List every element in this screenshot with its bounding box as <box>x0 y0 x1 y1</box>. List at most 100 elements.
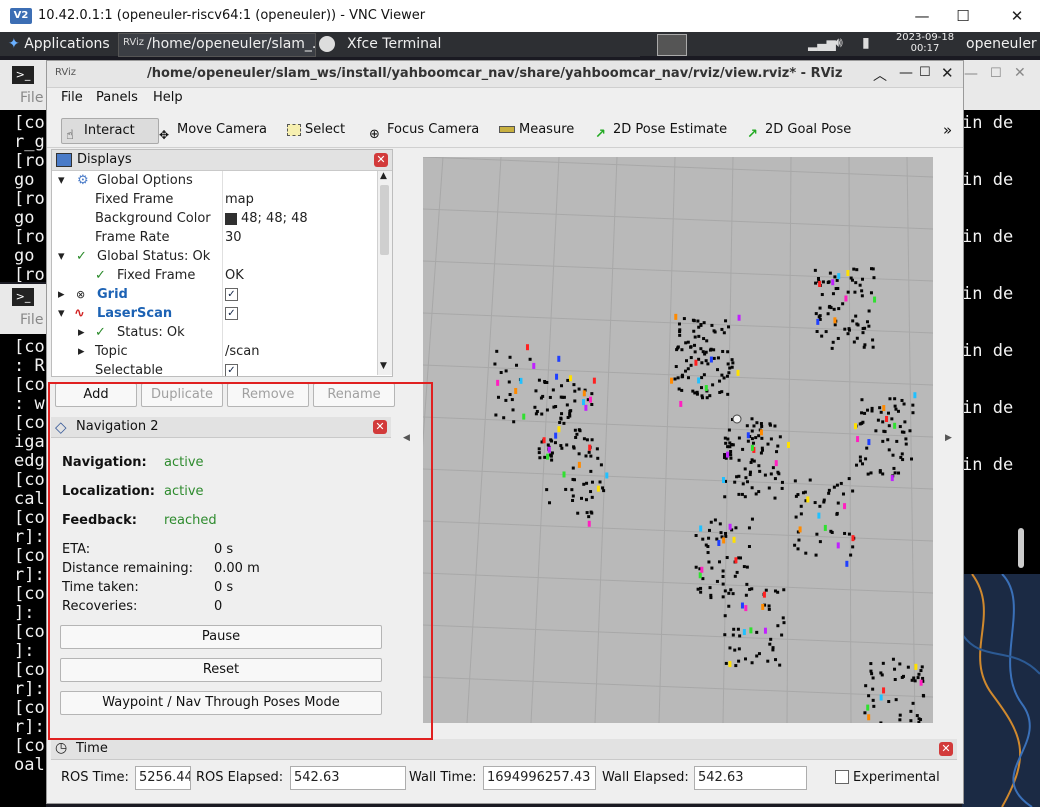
scan-point <box>898 662 902 666</box>
tree-row-fixed-frame-status[interactable]: ✓ Fixed Frame OK <box>52 266 374 285</box>
tool-2d-goal-pose[interactable]: ↗ 2D Goal Pose <box>747 118 851 142</box>
tool-2d-pose-estimate[interactable]: ↗ 2D Pose Estimate <box>595 118 727 142</box>
tool-move-camera[interactable]: ✥ Move Camera <box>159 118 267 142</box>
collapse-arrow-icon[interactable]: ▸ <box>58 285 65 304</box>
tree-row-global-status[interactable]: ▾ ✓ Global Status: Ok <box>52 247 374 266</box>
terminal-menu-file[interactable]: File <box>20 312 43 328</box>
rviz-titlebar: RViz /home/openeuler/slam_ws/install/yah… <box>47 61 963 88</box>
collapse-arrow-icon[interactable]: ▸ <box>78 342 85 361</box>
scrollbar-thumb[interactable] <box>1018 528 1024 568</box>
scan-point <box>915 714 919 718</box>
ros-elapsed-field[interactable]: 542.63 <box>290 766 406 790</box>
wall-elapsed-field[interactable]: 542.63 <box>694 766 807 790</box>
tool-select[interactable]: Select <box>287 118 345 142</box>
tool-focus-camera[interactable]: ⊕ Focus Camera <box>369 118 479 142</box>
taskbar-item-terminal[interactable]: Xfce Terminal <box>316 33 640 57</box>
grid-line <box>423 468 933 490</box>
time-panel: ◷ Time ✕ ROS Time: 5256.44 ROS Elapsed: … <box>51 739 959 797</box>
tree-row-selectable[interactable]: Selectable ✓ <box>52 361 374 376</box>
expand-arrow-icon[interactable]: ▾ <box>58 247 65 266</box>
close-button[interactable]: ✕ <box>1000 4 1034 28</box>
laser-point <box>674 313 678 320</box>
menu-panels[interactable]: Panels <box>96 90 138 105</box>
render-view[interactable] <box>423 157 933 723</box>
remove-button[interactable]: Remove <box>227 383 309 407</box>
collapse-arrow-icon[interactable]: ▸ <box>78 323 85 342</box>
terminal-menu-file[interactable]: File <box>20 90 43 106</box>
ros-time-field[interactable]: 5256.44 <box>135 766 191 790</box>
expand-arrow-icon[interactable]: ▾ <box>58 171 65 190</box>
waypoint-mode-button[interactable]: Waypoint / Nav Through Poses Mode <box>60 691 382 715</box>
reset-button[interactable]: Reset <box>60 658 382 682</box>
laser-point <box>893 422 897 429</box>
close-panel-button[interactable]: ✕ <box>374 153 388 167</box>
minimize-icon[interactable]: — <box>964 66 978 82</box>
tree-row-global-options[interactable]: ▾ ⚙ Global Options <box>52 171 374 190</box>
pause-button[interactable]: Pause <box>60 625 382 649</box>
add-button[interactable]: Add <box>55 383 137 407</box>
scroll-down-icon[interactable]: ▼ <box>380 361 387 371</box>
expand-arrow-icon[interactable]: ▾ <box>58 304 65 323</box>
workspace-switcher[interactable] <box>657 34 687 56</box>
displays-scrollbar[interactable]: ▲ ▼ <box>377 171 392 375</box>
duplicate-button[interactable]: Duplicate <box>141 383 223 407</box>
tree-row-laserscan-status[interactable]: ▸ ✓ Status: Ok <box>52 323 374 342</box>
maximize-icon[interactable]: ☐ <box>919 65 931 80</box>
scan-point <box>881 439 885 443</box>
scan-point <box>693 335 697 339</box>
clock[interactable]: 2023-09-18 00:17 <box>885 32 965 54</box>
laser-point <box>879 694 883 701</box>
tree-row-fixed-frame[interactable]: Fixed Frame map <box>52 190 374 209</box>
scan-point <box>794 494 798 498</box>
tree-row-grid[interactable]: ▸ ⊗ Grid ✓ <box>52 285 374 304</box>
tool-interact[interactable]: ☝ Interact <box>61 118 159 144</box>
tree-row-frame-rate[interactable]: Frame Rate 30 <box>52 228 374 247</box>
laser-point <box>732 536 736 543</box>
close-icon[interactable]: ✕ <box>941 64 954 82</box>
vnc-window-title: 10.42.0.1:1 (openeuler-riscv64:1 (openeu… <box>38 8 426 23</box>
shade-icon[interactable]: ︿ <box>873 65 887 85</box>
scan-point <box>854 281 858 285</box>
laserscan-checkbox[interactable]: ✓ <box>225 307 238 320</box>
tree-row-background-color[interactable]: Background Color 48; 48; 48 <box>52 209 374 228</box>
taskbar-item-rviz[interactable]: RViz /home/openeuler/slam_... <box>118 33 325 57</box>
rename-button[interactable]: Rename <box>313 383 395 407</box>
scan-point <box>851 319 855 323</box>
toolbar-overflow-button[interactable]: » <box>943 118 952 142</box>
battery-icon[interactable]: ▮ <box>862 35 870 51</box>
wall-time-field[interactable]: 1694996257.43 <box>483 766 596 790</box>
close-icon[interactable]: ✕ <box>1014 65 1026 81</box>
scan-point <box>834 287 838 291</box>
tool-measure[interactable]: Measure <box>499 118 574 142</box>
close-panel-button[interactable]: ✕ <box>373 420 387 434</box>
scan-point <box>858 455 862 459</box>
maximize-button[interactable]: ☐ <box>946 4 980 28</box>
menu-help[interactable]: Help <box>153 90 183 105</box>
network-icon[interactable]: ▂▄▆ <box>808 37 836 51</box>
scrollbar-thumb[interactable] <box>380 185 389 255</box>
menu-file[interactable]: File <box>61 90 83 105</box>
scroll-up-icon[interactable]: ▲ <box>380 171 387 181</box>
scan-point <box>850 278 854 282</box>
scan-point <box>858 459 862 463</box>
tree-row-topic[interactable]: ▸ Topic /scan <box>52 342 374 361</box>
scan-point <box>871 338 875 342</box>
selectable-checkbox[interactable]: ✓ <box>225 364 238 376</box>
minimize-button[interactable]: — <box>905 4 939 28</box>
grid-checkbox[interactable]: ✓ <box>225 288 238 301</box>
user-name[interactable]: openeuler <box>966 32 1037 56</box>
scan-point <box>699 386 703 390</box>
collapse-left-icon[interactable]: ◀ <box>403 433 410 443</box>
volume-icon[interactable]: 🔊︎ <box>834 35 843 51</box>
collapse-right-icon[interactable]: ▶ <box>945 433 952 443</box>
xfce-logo-icon: ✦ <box>8 36 20 52</box>
close-panel-button[interactable]: ✕ <box>939 742 953 756</box>
scan-point <box>549 454 553 458</box>
experimental-checkbox[interactable] <box>835 770 849 784</box>
tree-row-laserscan[interactable]: ▾ ∿ LaserScan ✓ <box>52 304 374 323</box>
scan-point <box>560 384 564 388</box>
minimize-icon[interactable]: — <box>899 65 913 81</box>
laser-point <box>722 477 726 484</box>
maximize-icon[interactable]: ☐ <box>990 66 1002 81</box>
applications-menu[interactable]: ✦ Applications <box>8 32 110 56</box>
